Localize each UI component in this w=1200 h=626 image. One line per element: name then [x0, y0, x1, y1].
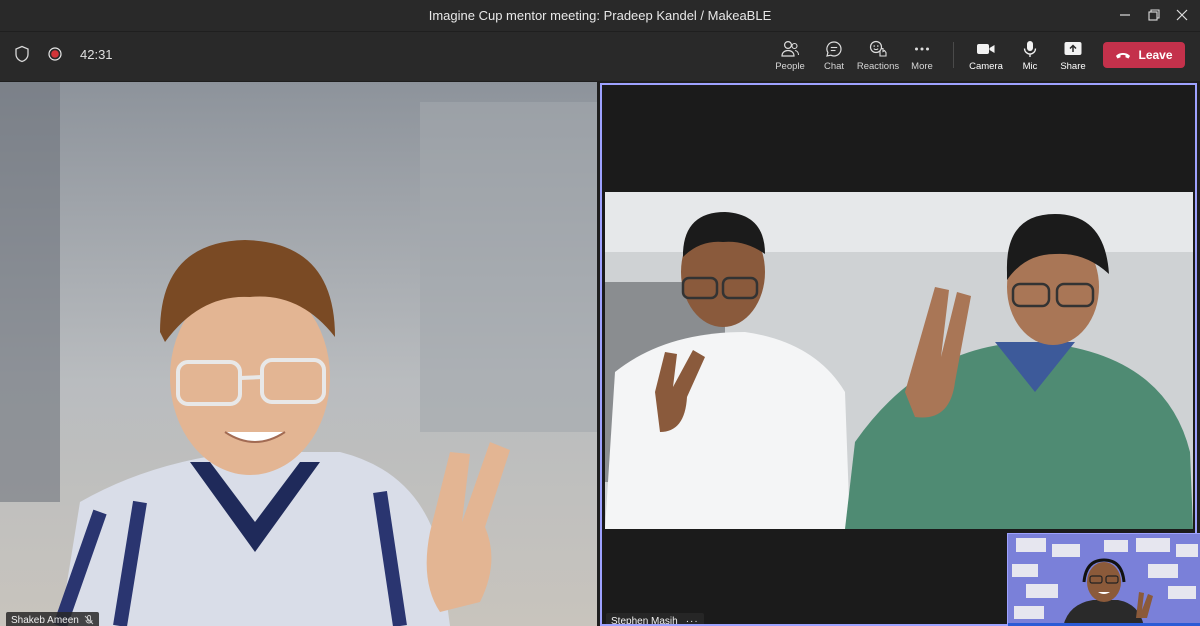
more-label: More [911, 61, 933, 72]
recording-icon [48, 47, 62, 61]
camera-button[interactable]: Camera [961, 40, 1011, 76]
shield-icon [15, 45, 29, 63]
participant-name-tag: Shakeb Ameen [6, 612, 99, 626]
close-icon [1176, 9, 1188, 21]
camera-label: Camera [969, 61, 1003, 72]
toolbar-divider [953, 42, 954, 68]
more-icon [915, 47, 929, 51]
participant-name: Shakeb Ameen [11, 614, 79, 626]
mic-icon [1023, 41, 1037, 57]
share-button[interactable]: Share [1048, 40, 1098, 76]
participant-name-right: Stephen Masih [611, 615, 678, 626]
camera-icon [977, 44, 995, 54]
chat-button[interactable]: Chat [809, 40, 859, 76]
participant-options-button[interactable]: ··· [686, 616, 699, 625]
share-icon [1064, 42, 1082, 55]
shared-camera-feed [605, 192, 1193, 529]
people-icon [781, 40, 800, 57]
window-title-bar: Imagine Cup mentor meeting: Pradeep Kand… [0, 0, 1200, 31]
people-button[interactable]: People [765, 40, 815, 76]
window-title: Imagine Cup mentor meeting: Pradeep Kand… [428, 8, 772, 23]
participant-video-image-right [605, 192, 1193, 529]
chat-icon [826, 41, 842, 57]
restore-button[interactable] [1145, 6, 1163, 24]
chat-label: Chat [823, 61, 845, 72]
participant-name-tag-right: Stephen Masih ··· [606, 613, 704, 626]
video-tile-left[interactable]: Shakeb Ameen [0, 82, 597, 626]
close-button[interactable] [1173, 6, 1191, 24]
reactions-label: Reactions [856, 61, 900, 72]
meeting-timer: 42:31 [80, 46, 113, 62]
self-view-image [1008, 534, 1200, 626]
meeting-toolbar: 42:31 People Chat Reactions More Camera … [0, 31, 1200, 81]
people-label: People [775, 61, 805, 72]
reactions-button[interactable]: Reactions [853, 40, 903, 76]
restore-icon [1148, 9, 1160, 21]
self-view-video[interactable] [1007, 533, 1200, 626]
leave-button[interactable]: Leave [1103, 42, 1185, 68]
minimize-icon [1120, 14, 1130, 16]
leave-label: Leave [1138, 48, 1173, 62]
mic-label: Mic [1022, 61, 1038, 72]
participant-video-image [0, 82, 597, 626]
mic-muted-icon [84, 615, 94, 625]
minimize-button[interactable] [1116, 6, 1134, 24]
phone-hangup-icon [1116, 53, 1131, 59]
share-label: Share [1060, 61, 1086, 72]
meeting-status: 42:31 [14, 45, 113, 63]
more-button[interactable]: More [897, 40, 947, 76]
reactions-icon [869, 40, 887, 57]
